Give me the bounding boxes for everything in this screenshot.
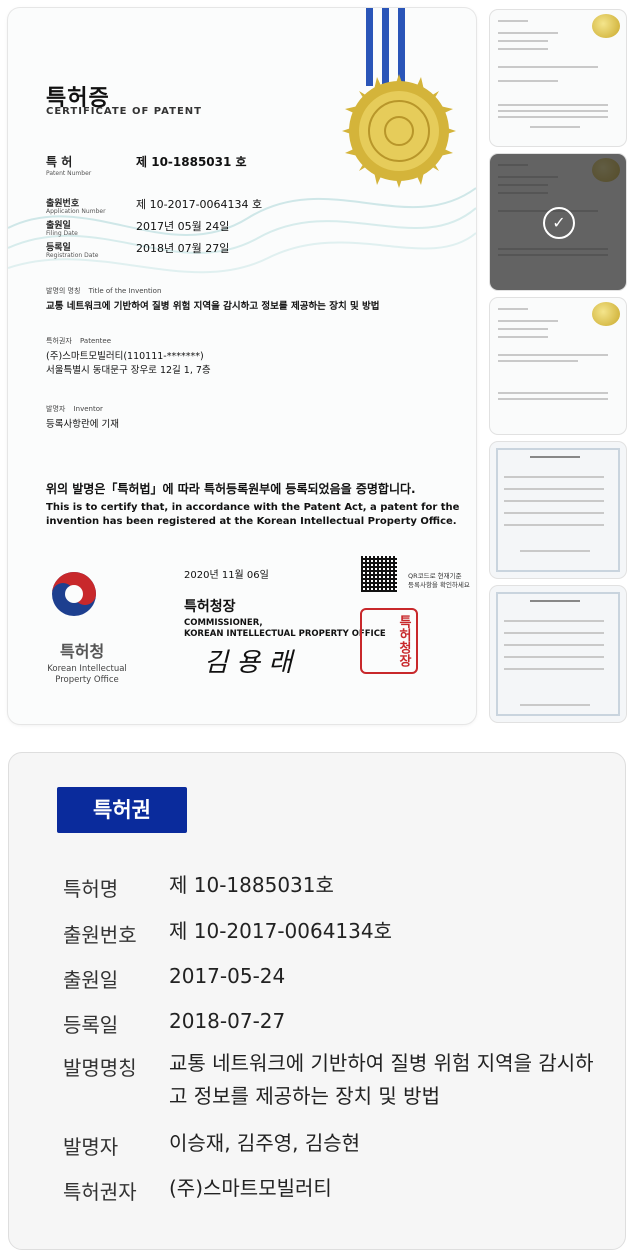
application-number-value: 제 10-2017-0064134 호: [136, 196, 262, 212]
info-label-patent-name: 특허명: [63, 873, 118, 902]
office-name-en-line1: Korean Intellectual: [46, 664, 128, 675]
patentee-label-en: Patentee: [80, 337, 111, 345]
thumbnail-patent-2-selected[interactable]: ✓: [490, 154, 626, 290]
inventor-value: 등록사항란에 기재: [46, 416, 119, 430]
application-number-label-en: Application Number: [46, 208, 106, 215]
thumbnail-patent-3[interactable]: [490, 298, 626, 434]
thumbnail-copyright-1[interactable]: [490, 442, 626, 578]
thumbnail-copyright-2[interactable]: [490, 586, 626, 722]
info-label-inventors: 발명자: [63, 1131, 118, 1160]
info-label-invention-title: 발명명칭: [63, 1052, 137, 1081]
commissioner-en-line2: KOREAN INTELLECTUAL PROPERTY OFFICE: [184, 629, 386, 640]
invention-title-value: 교통 네트워크에 기반하여 질병 위험 지역을 감시하고 정보를 제공하는 장치…: [46, 298, 466, 312]
invention-title-label: 발명의 명칭: [46, 287, 80, 295]
info-label-registration-date: 등록일: [63, 1009, 118, 1038]
patent-badge: 특허권: [57, 787, 187, 833]
patent-number-label: 특 허: [46, 153, 72, 170]
official-stamp: 특허청장: [360, 608, 418, 674]
certificate-statement-ko: 위의 발명은「특허법」에 따라 특허등록원부에 등록되었음을 증명합니다.: [46, 480, 416, 497]
info-value-invention-title: 교통 네트워크에 기반하여 질병 위험 지역을 감시하고 정보를 제공하는 장치…: [169, 1047, 599, 1113]
inventor-label: 발명자: [46, 405, 65, 413]
patent-info-panel: 특허권 특허명 제 10-1885031호 출원번호 제 10-2017-006…: [8, 752, 626, 1250]
qr-note-line2: 등록사항을 확인하세요: [408, 581, 470, 590]
info-label-filing-date: 출원일: [63, 964, 118, 993]
certificate-preview[interactable]: 특허증 CERTIFICATE OF PATENT 특 허 Patent Num…: [8, 8, 476, 724]
qr-note-line1: QR코드로 현재기준: [408, 572, 470, 581]
registration-date-value: 2018년 07월 27일: [136, 240, 229, 256]
qr-code-icon: [361, 556, 397, 592]
patentee-label: 특허권자: [46, 337, 72, 345]
commissioner-en-line1: COMMISSIONER,: [184, 618, 386, 629]
info-label-patentee: 특허권자: [63, 1176, 137, 1205]
info-label-application-number: 출원번호: [63, 919, 137, 948]
certificate-statement-en-line1: This is to certify that, in accordance w…: [46, 502, 459, 513]
checkmark-icon: ✓: [543, 207, 575, 239]
gold-seal-icon: [340, 72, 458, 190]
info-value-registration-date: 2018-07-27: [169, 1005, 599, 1038]
patentee-value-line1: (주)스마트모빌러티(110111-*******): [46, 348, 204, 362]
office-name-ko: 특허청: [60, 638, 104, 662]
certificate-statement-en-line2: invention has been registered at the Kor…: [46, 516, 457, 527]
info-value-patent-name: 제 10-1885031호: [169, 869, 599, 902]
commissioner-title: 특허청장: [184, 596, 236, 616]
kipo-logo-icon: [50, 570, 98, 618]
patentee-value-line2: 서울특별시 동대문구 장우로 12길 1, 7층: [46, 362, 211, 376]
patent-number-label-en: Patent Number: [46, 170, 91, 177]
info-value-application-number: 제 10-2017-0064134호: [169, 915, 599, 948]
info-value-filing-date: 2017-05-24: [169, 960, 599, 993]
commissioner-signature: 김 용 래: [204, 642, 292, 679]
issue-date: 2020년 11월 06일: [184, 566, 269, 581]
info-value-inventors: 이승재, 김주영, 김승현: [169, 1127, 599, 1160]
filing-date-value: 2017년 05월 24일: [136, 218, 229, 234]
filing-date-label-en: Filing Date: [46, 230, 78, 237]
inventor-label-en: Inventor: [74, 405, 103, 413]
patent-number-value: 제 10-1885031 호: [136, 153, 247, 170]
thumbnail-patent-1[interactable]: [490, 10, 626, 146]
certificate-subtitle: CERTIFICATE OF PATENT: [46, 106, 202, 117]
invention-title-label-en: Title of the Invention: [89, 287, 162, 295]
registration-date-label-en: Registration Date: [46, 252, 98, 259]
office-name-en-line2: Property Office: [46, 675, 128, 686]
info-value-patentee: (주)스마트모빌러티: [169, 1172, 599, 1205]
